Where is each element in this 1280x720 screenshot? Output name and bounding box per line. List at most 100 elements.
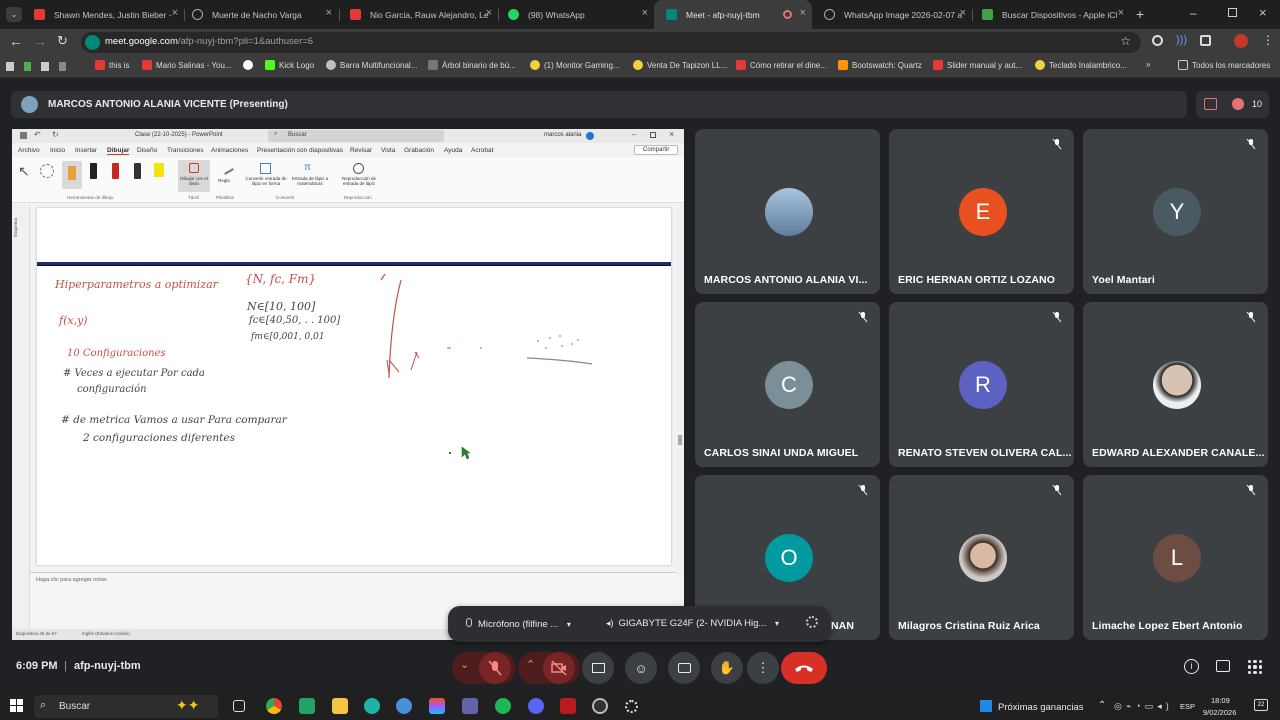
ink-to-math-button[interactable]: π Entrada de lápiz a matemáticas (290, 160, 330, 192)
share-button[interactable]: Compartir (634, 145, 678, 155)
camera-options-chevron-icon[interactable]: ⌃ (526, 658, 535, 671)
input-language[interactable]: ESP (1180, 702, 1195, 711)
maximize-icon[interactable] (650, 132, 656, 138)
browser-tab[interactable]: Nio Garcia, Rauw Alejandro, Le × (338, 0, 498, 29)
camera-toggle-button[interactable] (543, 652, 575, 684)
close-tab-icon[interactable]: × (486, 7, 492, 19)
minimize-window-icon[interactable]: – (1190, 6, 1197, 20)
minimize-icon[interactable]: – (632, 130, 636, 139)
tray-chevron-icon[interactable]: ⌃ (1098, 700, 1106, 711)
browser-tab[interactable]: (98) WhatsApp × (496, 0, 654, 29)
site-info-icon[interactable] (85, 35, 100, 50)
save-icon[interactable] (20, 132, 27, 139)
participant-tile[interactable]: Milagros Cristina Ruiz Arica (889, 475, 1074, 640)
teams-icon[interactable] (462, 698, 478, 714)
meeting-info-icon[interactable]: i (1184, 659, 1199, 674)
menu-icon[interactable]: ⋮ (1262, 33, 1274, 47)
close-tab-icon[interactable]: × (172, 7, 178, 19)
ribbon-tab-animaciones[interactable]: Animaciones (211, 147, 248, 154)
ppt-search-box[interactable]: ⌕ Buscar (268, 130, 444, 142)
participant-tile[interactable]: C CARLOS SINAI UNDA MIGUEL (695, 302, 880, 467)
winrar-icon[interactable] (560, 698, 576, 714)
participant-tile[interactable]: MARCOS ANTONIO ALANIA VI... (695, 129, 880, 294)
ribbon-tab-transiciones[interactable]: Transiciones (167, 147, 204, 154)
profile-avatar[interactable] (1234, 34, 1248, 48)
close-tab-icon[interactable]: × (960, 7, 966, 19)
ribbon-tab-presentacion[interactable]: Presentación con diapositivas (257, 147, 343, 154)
ppt-user-avatar[interactable] (586, 132, 594, 140)
obs-icon[interactable] (592, 698, 608, 714)
raise-hand-button[interactable]: ✋ (711, 652, 743, 684)
pen-black-icon[interactable] (90, 163, 97, 179)
browser-tab[interactable]: Shawn Mendes, Justin Bieber - × (22, 0, 184, 29)
new-tab-button[interactable]: + (1136, 6, 1144, 22)
notification-icon[interactable]: 22 (1254, 699, 1268, 711)
reactions-button[interactable]: ☺ (625, 652, 657, 684)
browser-tab[interactable]: Muerte de Nacho Varga × (180, 0, 338, 29)
bookmark-item[interactable]: Cómo retirar el dine... (736, 60, 827, 70)
bookmark-item[interactable]: Barra Multifuncional... (326, 60, 417, 70)
file-explorer-icon[interactable] (332, 698, 348, 714)
chrome-icon[interactable] (266, 698, 282, 714)
ribbon-tab-diseno[interactable]: Diseño (137, 147, 157, 154)
mic-toggle-button[interactable] (479, 652, 511, 684)
taskbar-date[interactable]: 9/02/2026 (1203, 708, 1236, 717)
bookmark-item[interactable]: Kick Logo (265, 60, 314, 70)
windows-start-icon[interactable] (10, 699, 23, 712)
mic-options-chevron-icon[interactable]: ⌄ (460, 658, 469, 671)
undo-icon[interactable]: ↶ (34, 130, 41, 139)
close-window-icon[interactable]: × (1259, 5, 1267, 20)
ruler-button[interactable]: Regla (216, 160, 238, 192)
discord-icon[interactable] (528, 698, 544, 714)
more-options-button[interactable]: ⋮ (747, 652, 779, 684)
eraser-icon[interactable] (62, 161, 82, 189)
ribbon-tab-inicio[interactable]: Inicio (50, 147, 65, 154)
ribbon-tab-archivo[interactable]: Archivo (18, 147, 40, 154)
redo-icon[interactable]: ↻ (52, 130, 59, 139)
microphone-select[interactable]: Micrófono (filfine ... ▾ (466, 618, 571, 630)
browser-tab-active[interactable]: Meet - afp-nuyj-tbm × (654, 0, 812, 29)
address-bar[interactable]: meet.google.com/afp-nuyj-tbm?pli=1&authu… (81, 32, 1141, 53)
bookmark-item[interactable]: Slider manual y aut... (933, 60, 1022, 70)
bookmark-star-icon[interactable]: ☆ (1120, 34, 1131, 48)
taskbar-search-box[interactable]: ⌕ Buscar ✦✦ (34, 695, 218, 718)
ribbon-tab-vista[interactable]: Vista (381, 147, 395, 154)
ribbon-tab-revisar[interactable]: Revisar (350, 147, 372, 154)
spotify-icon[interactable] (495, 698, 511, 714)
more-bookmarks-button[interactable]: » (1146, 60, 1150, 69)
pen-dark-icon[interactable] (134, 163, 141, 179)
ribbon-tab-grabacion[interactable]: Grabación (404, 147, 434, 154)
edge-icon[interactable] (364, 698, 380, 714)
captions-button[interactable] (668, 652, 700, 684)
settings-gear-icon[interactable] (625, 700, 638, 713)
close-tab-icon[interactable]: × (326, 7, 332, 19)
close-icon[interactable]: × (669, 129, 674, 139)
taskbar-time[interactable]: 18:09 (1211, 696, 1230, 705)
puzzle-icon[interactable] (1200, 35, 1211, 46)
chat-icon[interactable] (1216, 660, 1230, 672)
figma-icon[interactable] (429, 698, 445, 714)
task-view-icon[interactable] (233, 700, 245, 712)
app-icon[interactable] (396, 698, 412, 714)
bookmark-item[interactable]: Teclado Inalambrico... (1035, 60, 1127, 70)
browser-tab[interactable]: WhatsApp Image 2026-02-07 a × (812, 0, 972, 29)
extensions-icon[interactable] (1152, 35, 1163, 46)
participant-tile[interactable]: EDWARD ALEXANDER CANALE... (1083, 302, 1268, 467)
widgets-news[interactable]: Próximas ganancias (980, 700, 1084, 713)
lasso-tool-icon[interactable] (40, 164, 54, 178)
tray-icons[interactable]: ◎⌁◔▭◂) (1114, 701, 1173, 712)
ribbon-tab-ayuda[interactable]: Ayuda (444, 147, 462, 154)
audio-extension-icon[interactable]: ))) (1176, 34, 1187, 46)
slide-canvas[interactable]: Hiperparametros a optimizar {N, fc, Fm} … (37, 208, 671, 565)
participant-tile[interactable]: R RENATO STEVEN OLIVERA CAL... (889, 302, 1074, 467)
presentation-off-icon[interactable] (1204, 98, 1217, 110)
restore-window-icon[interactable] (1228, 8, 1237, 17)
reload-icon[interactable]: ↻ (57, 33, 68, 49)
bookmark-item[interactable]: this is (95, 60, 129, 70)
leave-call-button[interactable] (781, 652, 827, 684)
bookmark-item[interactable]: (1) Monitor Gaming... (530, 60, 620, 70)
excel-like-icon[interactable] (299, 698, 315, 714)
bookmark-item[interactable]: Árbol binario de bú... (428, 60, 516, 70)
bookmark-item[interactable]: Bootswatch: Quartz (838, 60, 922, 70)
close-tab-icon[interactable]: × (642, 7, 648, 19)
